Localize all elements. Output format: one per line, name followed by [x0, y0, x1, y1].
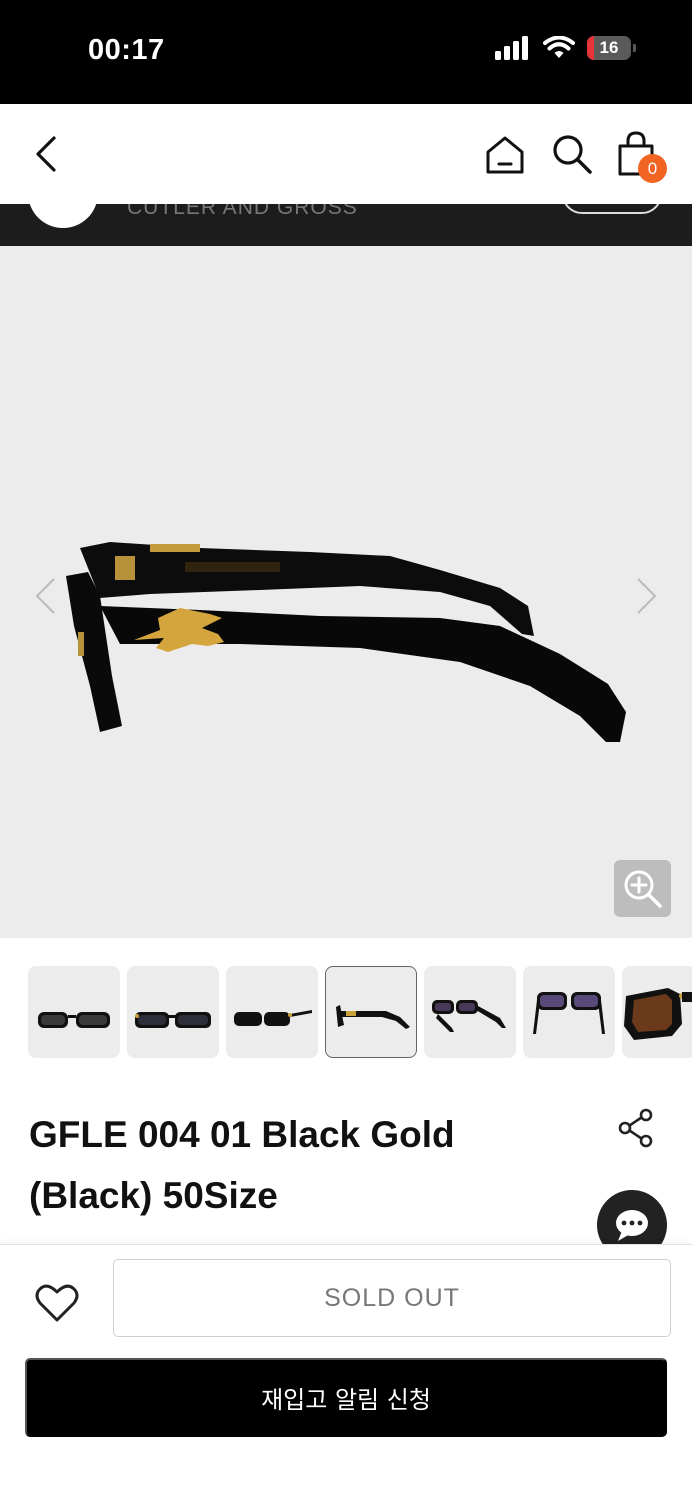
share-icon[interactable] — [618, 1108, 654, 1148]
brand-name[interactable]: CUTLER AND GROSS — [127, 204, 358, 220]
thumbnail-7[interactable] — [622, 966, 692, 1058]
thumbnail-strip — [28, 966, 692, 1058]
battery-icon: 16 — [587, 36, 636, 60]
back-icon[interactable] — [30, 134, 64, 174]
status-indicators: 16 — [495, 36, 636, 60]
product-title: GFLE 004 01 Black Gold (Black) 50Size — [29, 1114, 455, 1216]
thumbnail-6[interactable] — [523, 966, 615, 1058]
thumbnail-5[interactable] — [424, 966, 516, 1058]
bottom-action-bar: SOLD OUT 재입고 알림 신청 — [0, 1244, 692, 1500]
brand-logo[interactable] — [28, 204, 98, 228]
heart-icon[interactable] — [35, 1283, 79, 1323]
status-time: 00:17 — [88, 34, 165, 66]
restock-notify-button[interactable]: 재입고 알림 신청 — [25, 1358, 667, 1437]
brand-follow-button[interactable] — [562, 204, 662, 214]
product-main-image[interactable] — [0, 246, 692, 938]
home-icon[interactable] — [484, 134, 526, 176]
status-bar: 00:17 16 — [0, 0, 692, 104]
gallery-next-icon[interactable] — [634, 576, 660, 616]
battery-level: 16 — [599, 38, 619, 57]
thumbnail-1[interactable] — [28, 966, 120, 1058]
sold-out-button[interactable]: SOLD OUT — [113, 1259, 671, 1337]
thumbnail-3[interactable] — [226, 966, 318, 1058]
wifi-icon — [543, 36, 575, 58]
top-navigation: 0 — [0, 104, 692, 204]
zoom-button[interactable] — [614, 860, 671, 917]
zoom-in-icon — [624, 870, 662, 908]
thumbnail-4[interactable] — [325, 966, 417, 1058]
gallery-prev-icon[interactable] — [32, 576, 58, 616]
signal-icon — [495, 36, 528, 60]
chat-bubble-icon — [616, 1210, 648, 1241]
product-photo — [66, 542, 626, 742]
cart-count-badge: 0 — [638, 154, 667, 183]
thumbnail-2[interactable] — [127, 966, 219, 1058]
brand-header: CUTLER AND GROSS — [0, 204, 692, 246]
search-icon[interactable] — [550, 132, 594, 176]
